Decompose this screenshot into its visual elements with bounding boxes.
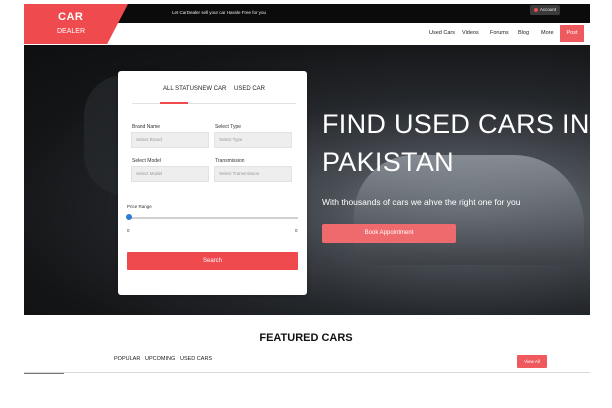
search-tabs: ALL STATUS NEW CAR USED CAR xyxy=(118,86,307,98)
tab-divider xyxy=(132,103,296,104)
tab-all-status[interactable]: ALL STATUS xyxy=(163,86,198,92)
active-tab-indicator xyxy=(160,102,188,104)
hero-headline-line1: FIND USED CARS IN xyxy=(322,109,590,139)
tab-popular[interactable]: POPULAR xyxy=(114,356,140,362)
tab-new-car[interactable]: NEW CAR xyxy=(198,86,226,92)
model-select[interactable]: Select Model xyxy=(131,166,209,182)
logo-line1: CAR xyxy=(58,11,84,23)
hero-banner: FIND USED CARS IN PAKISTAN With thousand… xyxy=(24,45,590,315)
search-button[interactable]: Search xyxy=(127,252,298,270)
brand-name-label: Brand Name xyxy=(132,124,161,130)
price-range-slider[interactable] xyxy=(128,217,298,219)
top-bar-message: Let CarDealer sell your car Hassle Free … xyxy=(172,10,267,15)
user-icon xyxy=(533,7,538,12)
price-max-value: 0 xyxy=(295,228,298,233)
hero-headline-line2: PAKISTAN xyxy=(322,147,454,177)
nav-item-forums[interactable]: Forums xyxy=(490,30,509,36)
post-button[interactable]: Post xyxy=(560,25,584,42)
search-card: ALL STATUS NEW CAR USED CAR Brand Name S… xyxy=(118,71,307,295)
nav-item-blog[interactable]: Blog xyxy=(518,30,529,36)
model-label: Select Model xyxy=(132,158,161,164)
price-range-label: Price Range xyxy=(127,204,152,209)
transmission-select[interactable]: Select Transmission xyxy=(214,166,292,182)
main-nav: Used Cars Videos Forums Blog More xyxy=(128,23,590,45)
view-all-button[interactable]: View All xyxy=(517,355,547,368)
divider-accent xyxy=(24,373,64,374)
transmission-label: Transmission xyxy=(215,158,245,164)
nav-item-videos[interactable]: Videos xyxy=(462,30,479,36)
price-slider-handle[interactable] xyxy=(126,214,132,220)
tab-used-cars[interactable]: USED CARS xyxy=(180,356,212,362)
hero-headline: FIND USED CARS IN PAKISTAN xyxy=(322,105,590,181)
price-min-value: 0 xyxy=(127,228,130,233)
hero-subtitle: With thousands of cars we ahve the right… xyxy=(322,197,521,207)
featured-title: FEATURED CARS xyxy=(259,332,353,344)
nav-item-used-cars[interactable]: Used Cars xyxy=(429,30,455,36)
tab-upcoming[interactable]: UPCOMING xyxy=(145,356,175,362)
brand-select[interactable]: Select Brand xyxy=(131,132,209,148)
account-label: Account xyxy=(539,7,557,12)
type-select[interactable]: Select Type xyxy=(214,132,292,148)
account-button[interactable]: Account xyxy=(530,5,560,15)
section-divider xyxy=(24,372,590,373)
logo-line2: DEALER xyxy=(57,28,86,35)
book-appointment-button[interactable]: Book Appointment xyxy=(322,224,456,243)
nav-item-more[interactable]: More xyxy=(541,30,554,36)
tab-used-car[interactable]: USED CAR xyxy=(234,86,265,92)
type-label: Select Type xyxy=(215,124,242,130)
